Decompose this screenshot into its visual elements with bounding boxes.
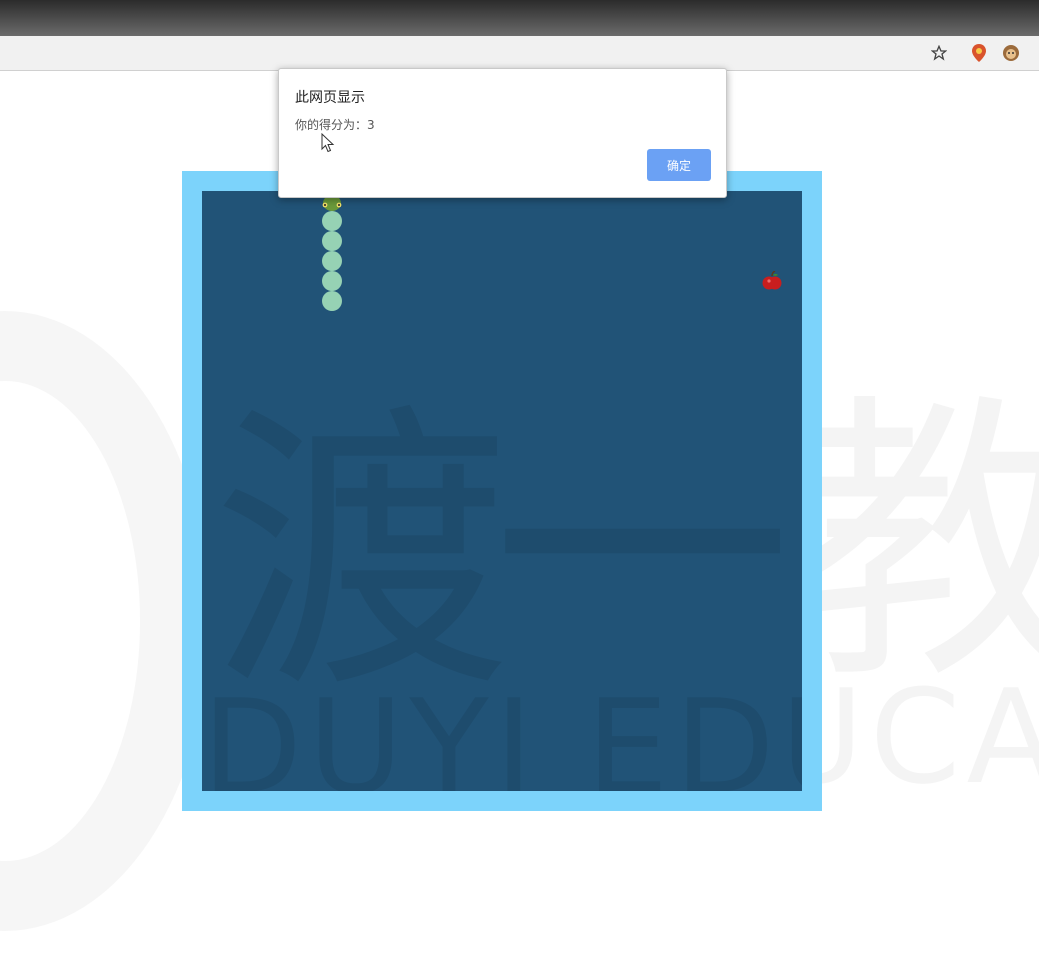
browser-titlebar [0, 0, 1039, 36]
dialog-message: 你的得分为：3 [295, 118, 375, 132]
ok-button[interactable]: 确定 [647, 149, 711, 181]
dialog-title: 此网页显示 [295, 90, 365, 106]
location-pin-icon[interactable] [968, 42, 990, 64]
browser-toolbar [0, 36, 1039, 71]
alert-dialog: 此网页显示 你的得分为：3 确定 [278, 68, 727, 198]
snake-segment [322, 271, 342, 291]
watermark-char: 教 [790, 301, 1039, 735]
snake-segment [322, 211, 342, 231]
game-board-border: 渡 一 DUYI EDUCAT [182, 171, 822, 811]
star-icon[interactable] [928, 42, 950, 64]
snake-segment [322, 291, 342, 311]
apple-icon [762, 270, 782, 291]
game-board: 渡 一 DUYI EDUCAT [202, 191, 802, 791]
snake-segment [322, 231, 342, 251]
page-content: 渡 一 教 DUYI EDUCAT 渡 一 DUYI EDUCAT [0, 71, 1039, 953]
board-watermark-text: DUYI EDUCAT [202, 671, 802, 791]
mouse-cursor-icon [321, 132, 335, 157]
monkey-extension-icon[interactable] [1000, 42, 1022, 64]
snake-segment [322, 251, 342, 271]
watermark-logo [0, 311, 210, 931]
